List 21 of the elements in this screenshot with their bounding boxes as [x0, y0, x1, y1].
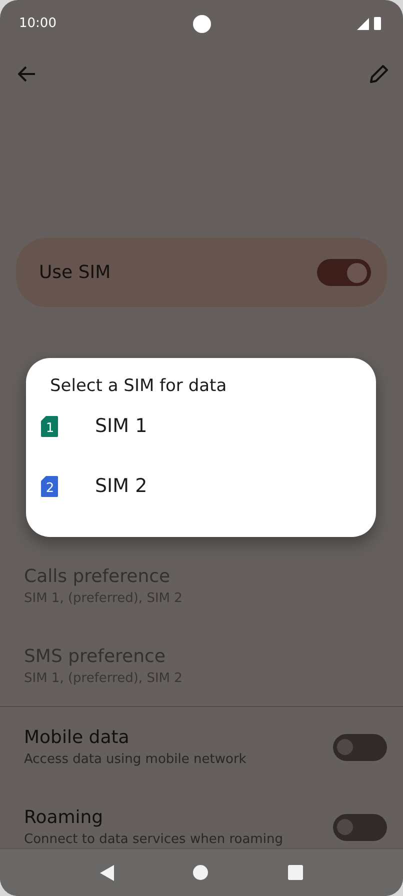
status-time: 10:00 — [19, 16, 56, 30]
setting-title: Roaming — [24, 807, 104, 828]
back-arrow-icon[interactable] — [18, 66, 36, 82]
pencil-icon[interactable] — [369, 64, 389, 84]
use-sim-label: Use SIM — [39, 262, 111, 283]
status-icons — [357, 16, 383, 30]
home-icon[interactable] — [193, 865, 208, 880]
setting-switch[interactable] — [333, 734, 387, 760]
setting-title: Mobile data — [24, 727, 130, 748]
back-icon[interactable] — [100, 864, 114, 880]
setting-subtitle: Access data using mobile network — [24, 752, 246, 767]
sim-card-icon: 2 — [41, 476, 58, 496]
camera-cutout — [193, 15, 211, 33]
setting-switch[interactable] — [333, 814, 387, 840]
dialog-title: Select a SIM for data — [50, 376, 228, 396]
use-sim-switch[interactable] — [317, 259, 371, 286]
recents-icon[interactable] — [288, 865, 304, 880]
setting-subtitle: Connect to data services when roaming — [24, 832, 283, 847]
sim-card-icon: 1 — [41, 416, 58, 436]
sim-option[interactable]: 1 SIM 1 — [41, 396, 376, 456]
sim-option[interactable]: 2 SIM 2 — [41, 456, 376, 516]
